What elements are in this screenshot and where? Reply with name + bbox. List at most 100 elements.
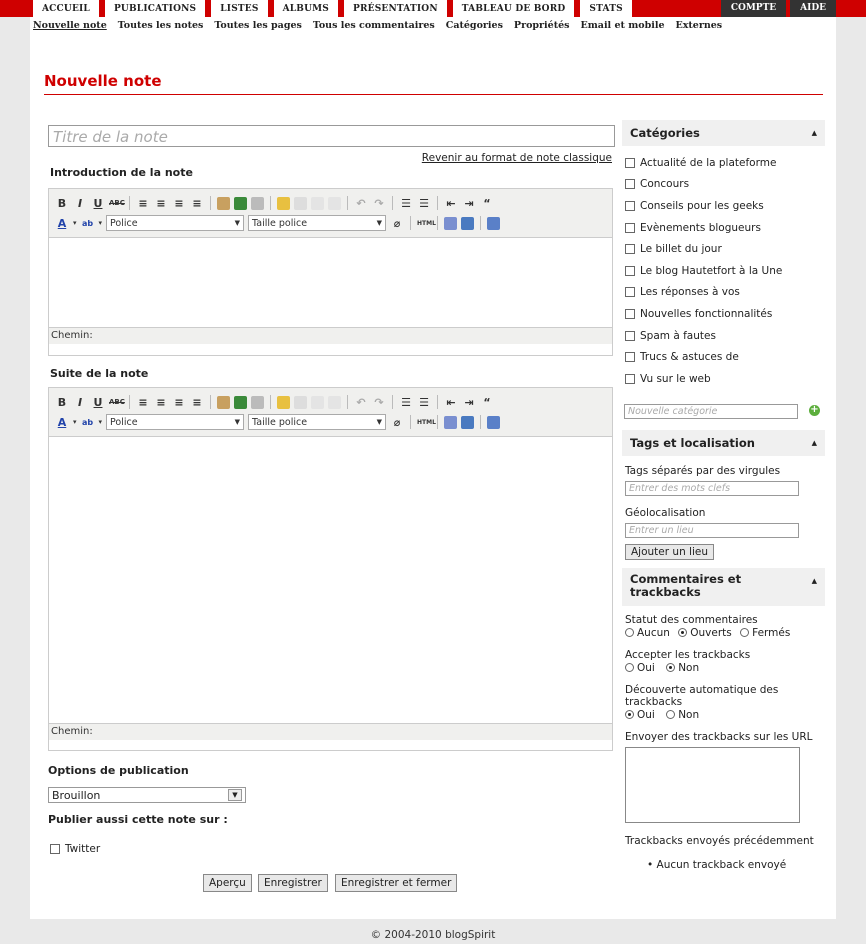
cut-icon[interactable]: [217, 395, 230, 409]
link-icon[interactable]: [311, 395, 324, 409]
tab-listes[interactable]: LISTES: [211, 0, 268, 17]
twitter-option[interactable]: Twitter: [50, 843, 100, 855]
link-icon[interactable]: [311, 196, 324, 210]
redo-icon[interactable]: ↷: [372, 197, 386, 210]
collapse-icon[interactable]: ▲: [812, 439, 817, 447]
paste-icon[interactable]: [277, 196, 290, 210]
category-item[interactable]: Concours: [625, 174, 822, 196]
image-icon[interactable]: [234, 196, 247, 210]
category-item[interactable]: Conseils pour les geeks: [625, 195, 822, 217]
subnav-toutes-notes[interactable]: Toutes les notes: [118, 20, 204, 31]
tab-tableau-de-bord[interactable]: TABLEAU DE BORD: [452, 0, 575, 17]
tab-albums[interactable]: ALBUMS: [273, 0, 338, 17]
category-checkbox[interactable]: [625, 330, 635, 341]
undo-icon[interactable]: ↶: [354, 197, 368, 210]
new-category-input[interactable]: Nouvelle catégorie: [624, 403, 798, 419]
save-button[interactable]: Enregistrer: [258, 874, 328, 892]
auto-tb-yes-radio[interactable]: [625, 710, 634, 720]
category-checkbox[interactable]: [625, 265, 635, 276]
bold-icon[interactable]: B: [55, 197, 69, 210]
category-checkbox[interactable]: [625, 222, 635, 233]
intro-edit-area[interactable]: [49, 238, 612, 327]
geo-input[interactable]: Entrer un lieu: [625, 522, 799, 538]
html-icon[interactable]: HTML: [417, 419, 436, 426]
undo-icon[interactable]: ↶: [354, 396, 368, 409]
category-checkbox[interactable]: [625, 287, 635, 298]
unlink-icon[interactable]: [328, 395, 341, 409]
font-select[interactable]: Police ▼: [106, 414, 245, 430]
fullscreen-icon[interactable]: [487, 415, 501, 429]
category-checkbox[interactable]: [625, 244, 635, 255]
category-checkbox[interactable]: [625, 157, 635, 168]
category-item[interactable]: Actualité de la plateforme: [625, 152, 822, 174]
size-select[interactable]: Taille police ▼: [248, 215, 387, 231]
unlink-icon[interactable]: [328, 196, 341, 210]
paste-text-icon[interactable]: [294, 395, 307, 409]
subnav-toutes-pages[interactable]: Toutes les pages: [214, 20, 301, 31]
twitter-checkbox[interactable]: [50, 844, 60, 854]
image-icon[interactable]: [234, 395, 247, 409]
text-color-icon[interactable]: A: [55, 217, 69, 230]
category-checkbox[interactable]: [625, 179, 635, 190]
spellcheck-icon[interactable]: [444, 216, 458, 230]
tab-compte[interactable]: COMPTE: [720, 0, 787, 17]
highlight-icon[interactable]: ab: [81, 219, 95, 228]
tags-header[interactable]: Tags et localisation ▲: [622, 429, 825, 456]
category-item[interactable]: Les réponses à vos: [625, 282, 822, 304]
tab-stats[interactable]: STATS: [580, 0, 632, 17]
eraser-icon[interactable]: ⌀: [390, 416, 404, 429]
subnav-nouvelle-note[interactable]: Nouvelle note: [33, 20, 107, 31]
numbered-list-icon[interactable]: ☰: [417, 396, 431, 409]
cut-icon[interactable]: [217, 196, 230, 210]
italic-icon[interactable]: I: [73, 197, 87, 210]
collapse-icon[interactable]: ▲: [812, 129, 817, 137]
word-paste-icon[interactable]: [461, 216, 475, 230]
align-right-icon[interactable]: ≡: [172, 197, 186, 210]
attach-icon[interactable]: [251, 196, 264, 210]
subnav-commentaires[interactable]: Tous les commentaires: [313, 20, 435, 31]
paste-icon[interactable]: [277, 395, 290, 409]
categories-header[interactable]: Catégories ▲: [622, 120, 825, 146]
note-title-input[interactable]: Titre de la note: [48, 125, 615, 147]
tags-input[interactable]: Entrer des mots clefs: [625, 480, 799, 496]
category-checkbox[interactable]: [625, 352, 635, 363]
underline-icon[interactable]: U: [91, 396, 105, 409]
status-select[interactable]: Brouillon ▼: [48, 787, 246, 803]
subnav-categories[interactable]: Catégories: [446, 20, 503, 31]
indent-icon[interactable]: ⇥: [462, 197, 476, 210]
fullscreen-icon[interactable]: [487, 216, 501, 230]
bullet-list-icon[interactable]: ☰: [399, 396, 413, 409]
category-item[interactable]: Le blog Hautetfort à la Une: [625, 260, 822, 282]
add-place-button[interactable]: Ajouter un lieu: [625, 543, 715, 560]
strikethrough-icon[interactable]: ABC: [109, 199, 125, 207]
justify-icon[interactable]: ≡: [190, 396, 204, 409]
accept-tb-no-radio[interactable]: [666, 663, 676, 673]
align-center-icon[interactable]: ≡: [154, 396, 168, 409]
spellcheck-icon[interactable]: [444, 415, 458, 429]
category-item[interactable]: Spam à fautes: [625, 325, 822, 347]
align-right-icon[interactable]: ≡: [172, 396, 186, 409]
align-left-icon[interactable]: ≡: [136, 396, 150, 409]
attach-icon[interactable]: [251, 395, 264, 409]
underline-icon[interactable]: U: [91, 197, 105, 210]
outdent-icon[interactable]: ⇤: [444, 197, 458, 210]
collapse-icon[interactable]: ▲: [812, 577, 817, 585]
paste-text-icon[interactable]: [294, 196, 307, 210]
text-color-icon[interactable]: A: [55, 416, 69, 429]
add-icon[interactable]: +: [809, 404, 820, 416]
html-icon[interactable]: HTML: [417, 220, 436, 227]
comment-open-radio[interactable]: [678, 628, 688, 638]
justify-icon[interactable]: ≡: [190, 197, 204, 210]
subnav-proprietes[interactable]: Propriétés: [514, 20, 570, 31]
classic-format-link[interactable]: Revenir au format de note classique: [422, 152, 612, 164]
tab-publications[interactable]: PUBLICATIONS: [104, 0, 206, 17]
category-item[interactable]: Vu sur le web: [625, 368, 822, 390]
save-close-button[interactable]: Enregistrer et fermer: [335, 874, 458, 892]
category-item[interactable]: Trucs & astuces de: [625, 346, 822, 368]
blockquote-icon[interactable]: “: [480, 197, 494, 210]
bullet-list-icon[interactable]: ☰: [399, 197, 413, 210]
category-checkbox[interactable]: [625, 373, 635, 384]
bold-icon[interactable]: B: [55, 396, 69, 409]
align-left-icon[interactable]: ≡: [136, 197, 150, 210]
eraser-icon[interactable]: ⌀: [390, 217, 404, 230]
